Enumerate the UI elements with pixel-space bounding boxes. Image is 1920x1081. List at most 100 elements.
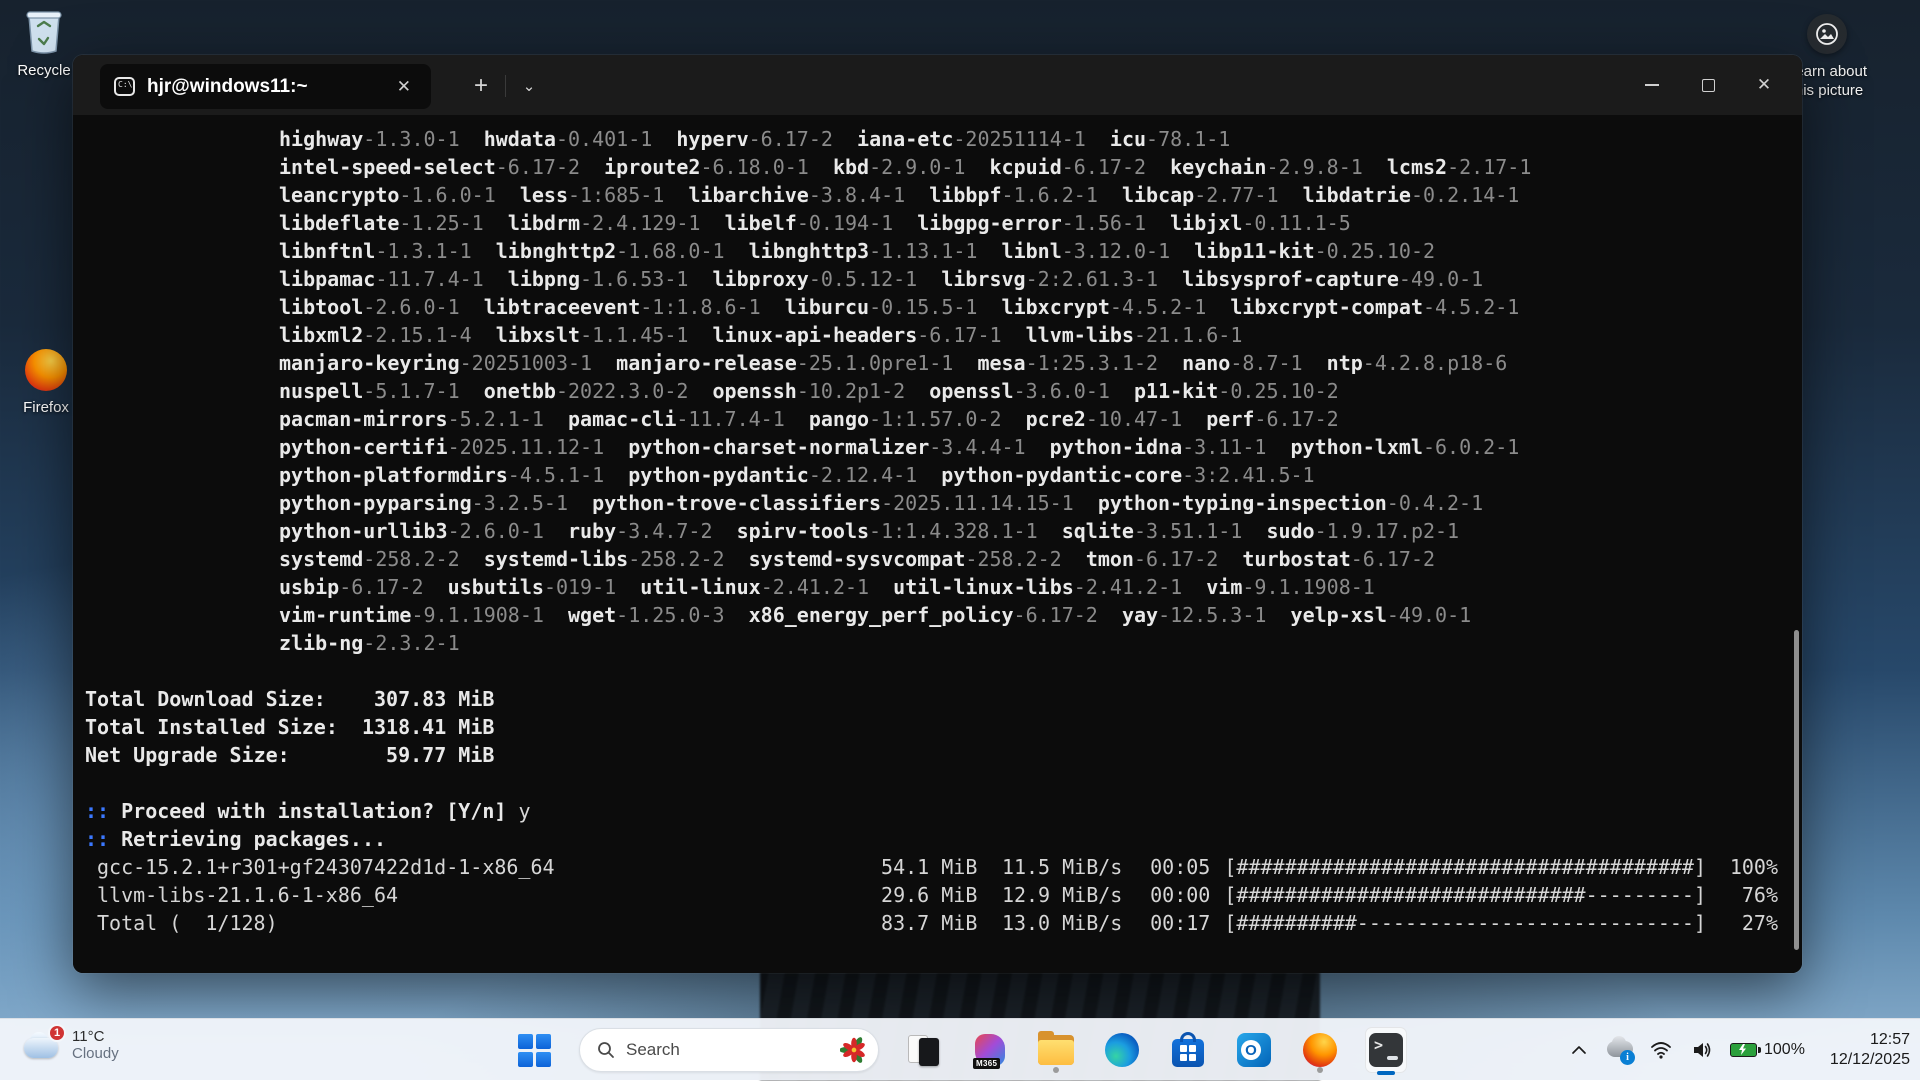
chevron-up-icon bbox=[1571, 1045, 1587, 1055]
active-app-highlight: > bbox=[1365, 1027, 1407, 1073]
tab-close-icon[interactable]: ✕ bbox=[391, 75, 417, 99]
package-list-line: manjaro-keyring-20251003-1 manjaro-relea… bbox=[279, 349, 1778, 377]
package-list-line: zlib-ng-2.3.2-1 bbox=[279, 629, 1778, 657]
taskbar-app-terminal-active[interactable]: > bbox=[1365, 1026, 1407, 1074]
package-list-line: libtool-2.6.0-1 libtraceevent-1:1.8.6-1 … bbox=[279, 293, 1778, 321]
taskbar-app-file-explorer[interactable] bbox=[1035, 1026, 1077, 1074]
package-list-line: leancrypto-1.6.0-1 less-1:685-1 libarchi… bbox=[279, 181, 1778, 209]
taskbar: 1 11°C Cloudy Search bbox=[0, 1018, 1920, 1080]
terminal-content[interactable]: highway-1.3.0-1 hwdata-0.401-1 hyperv-6.… bbox=[73, 115, 1802, 973]
retrieving-packages-line: :: Retrieving packages... bbox=[85, 825, 1778, 853]
wifi-icon bbox=[1650, 1041, 1672, 1059]
package-list: highway-1.3.0-1 hwdata-0.401-1 hyperv-6.… bbox=[85, 125, 1778, 657]
close-icon: ✕ bbox=[1757, 75, 1771, 95]
firefox-icon bbox=[1303, 1033, 1337, 1067]
m365-copilot-icon: M365 bbox=[973, 1033, 1007, 1067]
maximize-button[interactable] bbox=[1680, 55, 1736, 115]
package-list-line: python-urllib3-2.6.0-1 ruby-3.4.7-2 spir… bbox=[279, 517, 1778, 545]
package-list-line: pacman-mirrors-5.2.1-1 pamac-cli-11.7.4-… bbox=[279, 405, 1778, 433]
search-box[interactable]: Search bbox=[579, 1028, 879, 1072]
download-progress-rows: gcc-15.2.1+r301+gf24307422d1d-1-x86_6454… bbox=[85, 853, 1778, 937]
tray-battery-button[interactable]: 100% bbox=[1730, 1041, 1805, 1059]
taskbar-app-overlapping-windows[interactable] bbox=[903, 1026, 945, 1074]
package-list-line: nuspell-5.1.7-1 onetbb-2022.3.0-2 openss… bbox=[279, 377, 1778, 405]
notification-badge: 1 bbox=[48, 1024, 66, 1042]
windows-logo-icon bbox=[518, 1034, 551, 1067]
desktop-icon-recycle-bin[interactable]: Recycle bbox=[6, 8, 82, 79]
clock-date: 12/12/2025 bbox=[1830, 1050, 1910, 1070]
taskbar-app-microsoft-store[interactable] bbox=[1167, 1026, 1209, 1074]
weather-widget[interactable]: 1 11°C Cloudy bbox=[14, 1024, 127, 1066]
close-button[interactable]: ✕ bbox=[1736, 55, 1792, 115]
onedrive-cloud-icon: i bbox=[1607, 1038, 1633, 1062]
learn-about-picture-button[interactable] bbox=[1807, 14, 1847, 54]
system-tray: i 100% bbox=[1566, 1019, 1910, 1081]
total-installed-size-line: Total Installed Size: 1318.41 MiB bbox=[85, 713, 1778, 741]
package-list-line: vim-runtime-9.1.1908-1 wget-1.25.0-3 x86… bbox=[279, 601, 1778, 629]
tabbar-separator bbox=[505, 75, 506, 97]
package-list-line: python-pyparsing-3.2.5-1 python-trove-cl… bbox=[279, 489, 1778, 517]
command-prompt-icon: C:\ bbox=[114, 77, 135, 96]
poinsettia-flower-icon bbox=[840, 1036, 868, 1064]
recycle-bin-icon bbox=[23, 8, 65, 54]
taskbar-app-m365-copilot[interactable]: M365 bbox=[969, 1026, 1011, 1074]
package-list-line: python-platformdirs-4.5.1-1 python-pydan… bbox=[279, 461, 1778, 489]
terminal-tab[interactable]: C:\ hjr@windows11:~ ✕ bbox=[100, 64, 431, 109]
download-progress-row: llvm-libs-21.1.6-1-x86_6429.6 MiB12.9 Mi… bbox=[97, 881, 1778, 909]
windows-terminal-icon: > bbox=[1369, 1033, 1403, 1067]
net-upgrade-size-line: Net Upgrade Size: 59.77 MiB bbox=[85, 741, 1778, 769]
package-list-line: libxml2-2.15.1-4 libxslt-1.1.45-1 linux-… bbox=[279, 321, 1778, 349]
running-indicator-dot bbox=[1317, 1067, 1323, 1073]
search-placeholder: Search bbox=[626, 1040, 830, 1060]
search-icon bbox=[596, 1040, 616, 1060]
taskbar-app-firefox[interactable] bbox=[1299, 1026, 1341, 1074]
battery-icon bbox=[1730, 1043, 1757, 1057]
package-list-line: highway-1.3.0-1 hwdata-0.401-1 hyperv-6.… bbox=[279, 125, 1778, 153]
window-caption-buttons: ✕ bbox=[1624, 55, 1792, 115]
package-list-line: libnftnl-1.3.1-1 libnghttp2-1.68.0-1 lib… bbox=[279, 237, 1778, 265]
package-list-line: intel-speed-select-6.17-2 iproute2-6.18.… bbox=[279, 153, 1778, 181]
maximize-icon bbox=[1702, 79, 1715, 92]
weather-temperature: 11°C bbox=[72, 1028, 119, 1045]
total-download-size-line: Total Download Size: 307.83 MiB bbox=[85, 685, 1778, 713]
taskbar-app-edge[interactable] bbox=[1101, 1026, 1143, 1074]
terminal-window: C:\ hjr@windows11:~ ✕ + ⌄ ✕ highway-1.3.… bbox=[73, 55, 1802, 973]
active-indicator-pill bbox=[1377, 1071, 1395, 1075]
running-indicator-dot bbox=[1053, 1067, 1059, 1073]
tab-title: hjr@windows11:~ bbox=[147, 76, 391, 98]
package-list-line: usbip-6.17-2 usbutils-019-1 util-linux-2… bbox=[279, 573, 1778, 601]
battery-percentage: 100% bbox=[1764, 1041, 1805, 1059]
outlook-icon: O bbox=[1237, 1033, 1271, 1067]
picture-info-icon bbox=[1815, 22, 1839, 46]
package-list-line: libdeflate-1.25-1 libdrm-2.4.129-1 libel… bbox=[279, 209, 1778, 237]
tray-clock[interactable]: 12:57 12/12/2025 bbox=[1830, 1030, 1910, 1070]
tray-volume-button[interactable] bbox=[1689, 1035, 1715, 1065]
minimize-icon bbox=[1645, 84, 1659, 86]
taskbar-app-outlook[interactable]: O bbox=[1233, 1026, 1275, 1074]
terminal-titlebar[interactable]: C:\ hjr@windows11:~ ✕ + ⌄ ✕ bbox=[73, 55, 1802, 115]
start-button[interactable] bbox=[513, 1026, 555, 1074]
tray-wifi-button[interactable] bbox=[1648, 1035, 1674, 1065]
edge-icon bbox=[1105, 1033, 1139, 1067]
weather-cloud-icon: 1 bbox=[22, 1030, 62, 1060]
proceed-prompt-line: :: Proceed with installation? [Y/n] y bbox=[85, 797, 1778, 825]
recycle-bin-label: Recycle bbox=[6, 62, 82, 79]
terminal-scrollbar-thumb[interactable] bbox=[1794, 630, 1799, 950]
minimize-button[interactable] bbox=[1624, 55, 1680, 115]
download-progress-row: Total ( 1/128)83.7 MiB13.0 MiB/s00:17[##… bbox=[97, 909, 1778, 937]
overlapping-windows-icon bbox=[907, 1033, 941, 1067]
package-list-line: python-certifi-2025.11.12-1 python-chars… bbox=[279, 433, 1778, 461]
new-tab-button[interactable]: + bbox=[463, 69, 499, 103]
package-list-line: systemd-258.2-2 systemd-libs-258.2-2 sys… bbox=[279, 545, 1778, 573]
tray-chevron-up-button[interactable] bbox=[1566, 1035, 1592, 1065]
taskbar-center-icons: Search bbox=[513, 1019, 1407, 1081]
weather-condition: Cloudy bbox=[72, 1045, 119, 1062]
microsoft-store-icon bbox=[1172, 1039, 1204, 1067]
clock-time: 12:57 bbox=[1830, 1030, 1910, 1050]
download-progress-row: gcc-15.2.1+r301+gf24307422d1d-1-x86_6454… bbox=[97, 853, 1778, 881]
tray-onedrive-button[interactable]: i bbox=[1607, 1035, 1633, 1065]
info-badge-icon: i bbox=[1620, 1050, 1635, 1065]
tab-dropdown-button[interactable]: ⌄ bbox=[511, 69, 547, 103]
file-explorer-icon bbox=[1038, 1035, 1074, 1065]
firefox-desktop-icon bbox=[25, 349, 67, 391]
